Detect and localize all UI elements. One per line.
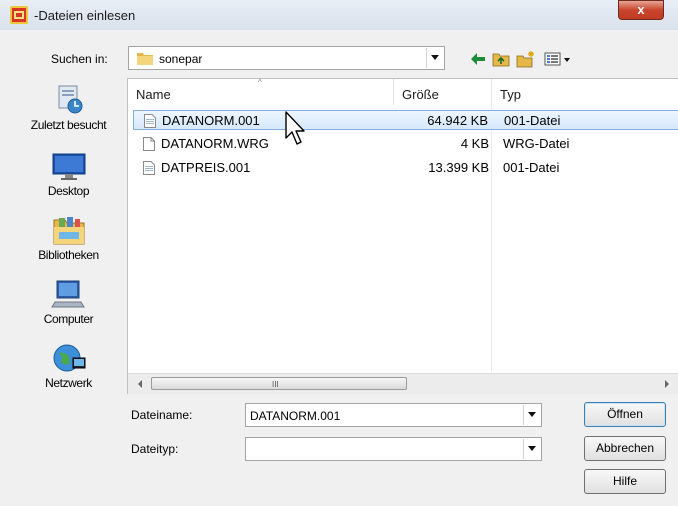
file-name: DATANORM.WRG	[161, 136, 269, 151]
file-row[interactable]: DATANORM.WRG 4 KB WRG-Datei	[133, 134, 678, 154]
file-type: WRG-Datei	[503, 136, 570, 151]
file-size: 13.399 KB	[428, 160, 489, 175]
place-label: Zuletzt besucht	[30, 118, 107, 132]
help-button[interactable]: Hilfe	[584, 469, 666, 494]
new-folder-icon[interactable]	[516, 50, 536, 68]
up-folder-icon[interactable]	[492, 50, 510, 68]
column-header-name[interactable]: Name ^	[128, 79, 393, 105]
app-logo-icon	[10, 6, 28, 24]
sort-ascending-icon: ^	[258, 78, 262, 87]
open-button[interactable]: Öffnen	[584, 402, 666, 427]
horizontal-scrollbar[interactable]: III	[128, 373, 678, 394]
window-title: -Dateien einlesen	[34, 8, 136, 23]
data-file-icon	[143, 161, 155, 175]
folder-icon	[137, 53, 153, 65]
column-header-label: Größe	[402, 87, 439, 102]
place-label: Bibliotheken	[38, 248, 99, 262]
place-recent[interactable]: Zuletzt besucht	[11, 84, 126, 132]
file-type: 001-Datei	[504, 113, 561, 128]
mouse-cursor-icon	[285, 111, 305, 145]
place-label: Netzwerk	[45, 376, 92, 390]
file-list[interactable]: Name ^ Größe Typ DATANORM.001 64.942 KB …	[127, 78, 678, 394]
place-desktop[interactable]: Desktop	[11, 150, 126, 198]
column-header-label: Typ	[500, 87, 521, 102]
file-name: DATPREIS.001	[161, 160, 251, 175]
column-header-label: Name	[136, 87, 171, 102]
recent-places-icon	[58, 85, 82, 114]
filename-value: DATANORM.001	[250, 409, 341, 423]
look-in-combo[interactable]: sonepar	[128, 46, 445, 70]
file-name: DATANORM.001	[162, 113, 260, 128]
back-arrow-icon[interactable]	[470, 50, 486, 68]
filename-label: Dateiname:	[131, 408, 193, 422]
data-file-icon	[144, 114, 156, 128]
file-open-dialog: -Dateien einlesen x Suchen in: sonepar Z…	[0, 0, 678, 506]
desktop-icon	[52, 153, 85, 180]
close-button[interactable]: x	[618, 0, 664, 20]
column-header-type[interactable]: Typ	[492, 79, 678, 105]
place-computer[interactable]: Computer	[11, 278, 126, 326]
column-header-size[interactable]: Größe	[394, 79, 491, 105]
chevron-down-icon[interactable]	[523, 405, 540, 425]
file-size: 64.942 KB	[427, 113, 488, 128]
cancel-button[interactable]: Abbrechen	[584, 436, 666, 461]
libraries-icon	[53, 217, 84, 245]
file-size: 4 KB	[460, 136, 489, 151]
look-in-label: Suchen in:	[51, 52, 108, 66]
blank-file-icon	[143, 137, 155, 151]
computer-icon	[50, 280, 85, 308]
place-label: Desktop	[47, 184, 90, 198]
places-bar: Zuletzt besucht Desktop Bibliotheken Com…	[11, 78, 126, 393]
filetype-label: Dateityp:	[131, 442, 179, 456]
place-network[interactable]: Netzwerk	[11, 342, 126, 390]
filetype-select[interactable]	[245, 437, 542, 461]
chevron-down-icon[interactable]	[523, 439, 540, 459]
place-libraries[interactable]: Bibliotheken	[11, 214, 126, 262]
title-bar[interactable]: -Dateien einlesen x	[0, 0, 678, 30]
place-label: Computer	[43, 312, 94, 326]
file-type: 001-Datei	[503, 160, 560, 175]
filename-field[interactable]: DATANORM.001	[245, 403, 542, 427]
chevron-down-icon[interactable]	[426, 48, 443, 68]
look-in-value: sonepar	[159, 52, 203, 66]
view-menu-icon[interactable]	[544, 50, 572, 68]
file-row[interactable]: DATANORM.001 64.942 KB 001-Datei	[133, 110, 678, 130]
file-row[interactable]: DATPREIS.001 13.399 KB 001-Datei	[133, 158, 678, 178]
scroll-left-icon[interactable]	[138, 380, 142, 388]
scroll-right-icon[interactable]	[665, 380, 669, 388]
scroll-thumb[interactable]: III	[151, 377, 407, 390]
network-icon	[53, 344, 85, 372]
scroll-grip: III	[272, 380, 279, 389]
